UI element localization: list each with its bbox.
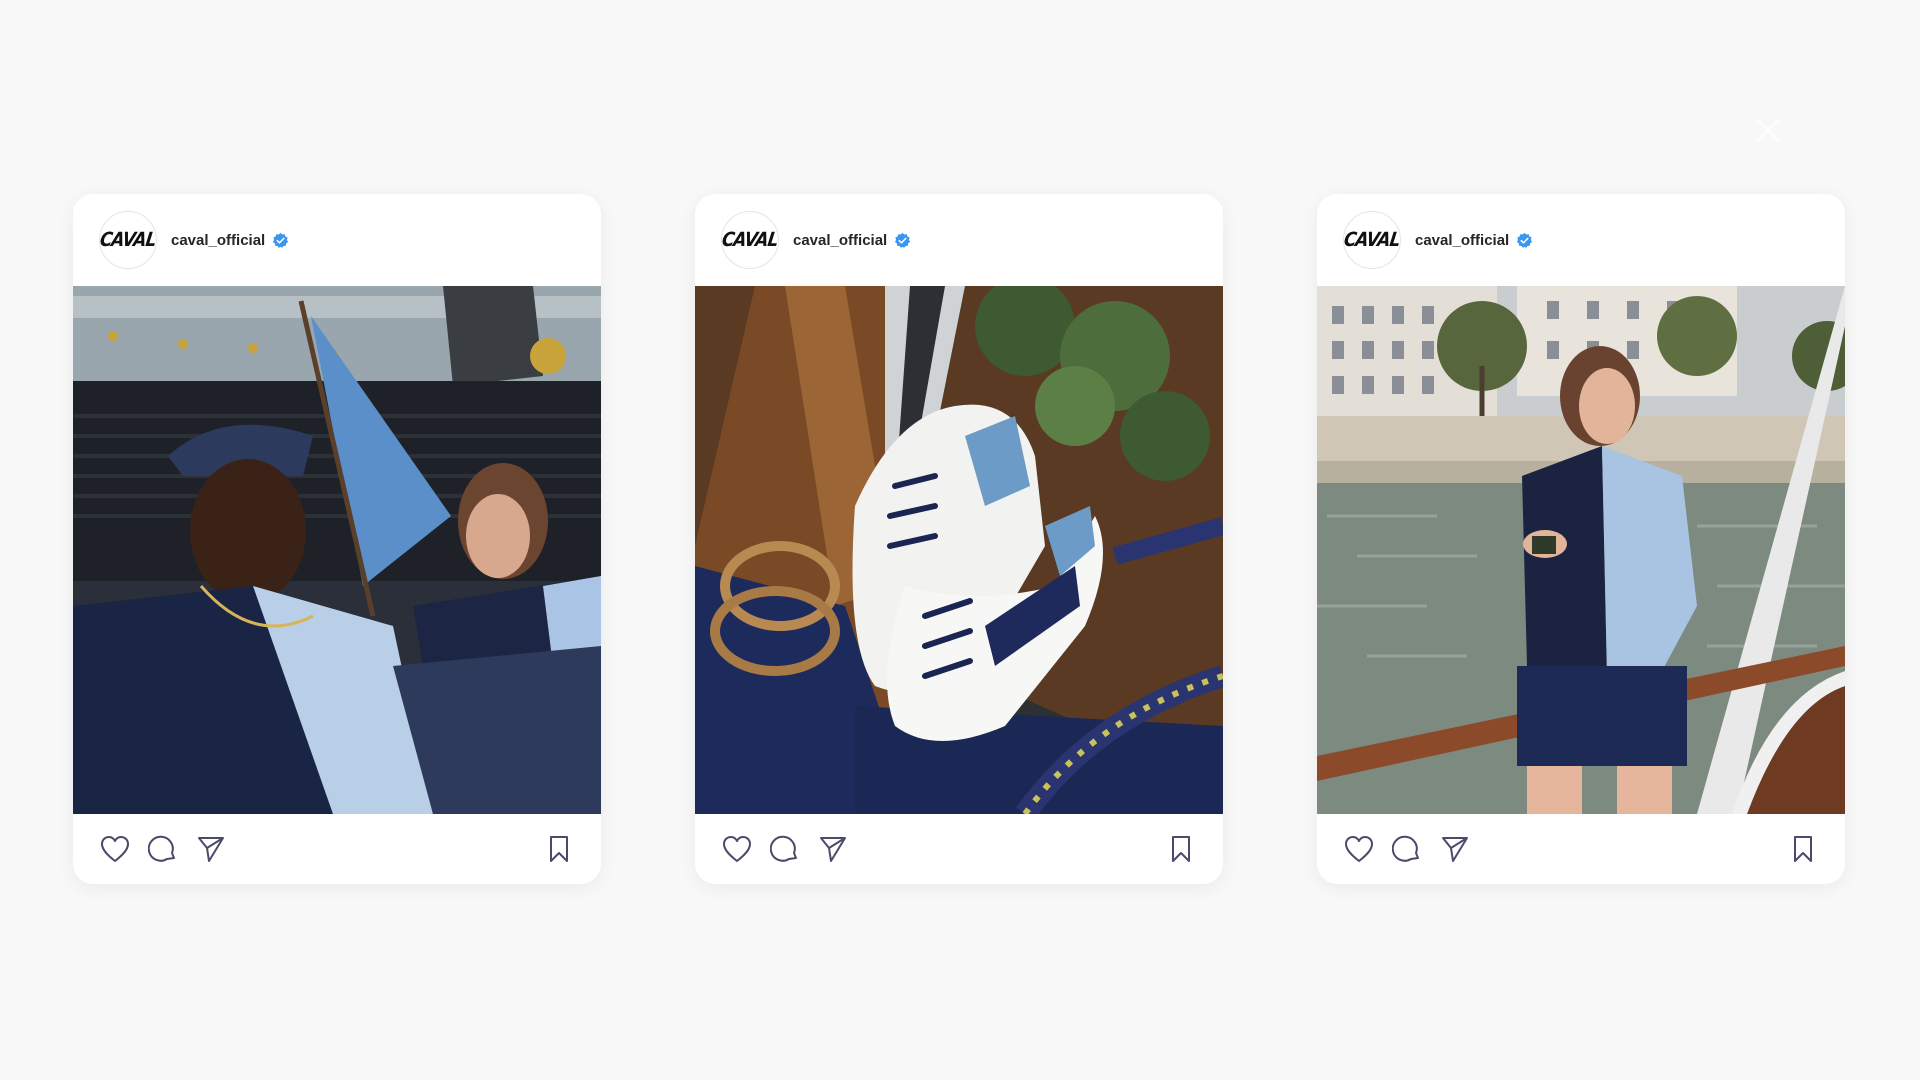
photo-two-models-on-boat [73,286,601,814]
page: CAVAL caval_official CAVAL caval_officia… [0,0,1920,1080]
post-header: CAVAL caval_official [695,194,1223,286]
username[interactable]: caval_official [793,232,887,249]
share-icon[interactable] [817,833,849,865]
post-image[interactable] [73,286,601,814]
post-header: CAVAL caval_official [1317,194,1845,286]
comment-icon[interactable] [769,833,801,865]
brand-logo: CAVAL [1342,228,1402,252]
photo-sneakers-on-boat [695,286,1223,814]
avatar[interactable]: CAVAL [1343,211,1401,269]
verified-badge-icon [1516,232,1533,249]
post-actions [695,814,1223,884]
heart-icon[interactable] [1343,833,1375,865]
post-actions [73,814,601,884]
avatar[interactable]: CAVAL [721,211,779,269]
comment-icon[interactable] [1391,833,1423,865]
bookmark-icon[interactable] [1165,833,1197,865]
brand-logo: CAVAL [720,228,780,252]
post-actions [1317,814,1845,884]
post-card: CAVAL caval_official [695,194,1223,884]
share-icon[interactable] [195,833,227,865]
post-card: CAVAL caval_official [1317,194,1845,884]
bookmark-icon[interactable] [543,833,575,865]
brand-logo: CAVAL [98,228,158,252]
verified-badge-icon [894,232,911,249]
avatar[interactable]: CAVAL [99,211,157,269]
post-feed: CAVAL caval_official CAVAL caval_officia… [73,194,1845,884]
post-card: CAVAL caval_official [73,194,601,884]
post-header: CAVAL caval_official [73,194,601,286]
verified-badge-icon [272,232,289,249]
heart-icon[interactable] [99,833,131,865]
post-image[interactable] [1317,286,1845,814]
bookmark-icon[interactable] [1787,833,1819,865]
comment-icon[interactable] [147,833,179,865]
username[interactable]: caval_official [171,232,265,249]
username[interactable]: caval_official [1415,232,1509,249]
photo-model-on-river-seine [1317,286,1845,814]
share-icon[interactable] [1439,833,1471,865]
heart-icon[interactable] [721,833,753,865]
close-icon[interactable] [1755,117,1781,143]
post-image[interactable] [695,286,1223,814]
